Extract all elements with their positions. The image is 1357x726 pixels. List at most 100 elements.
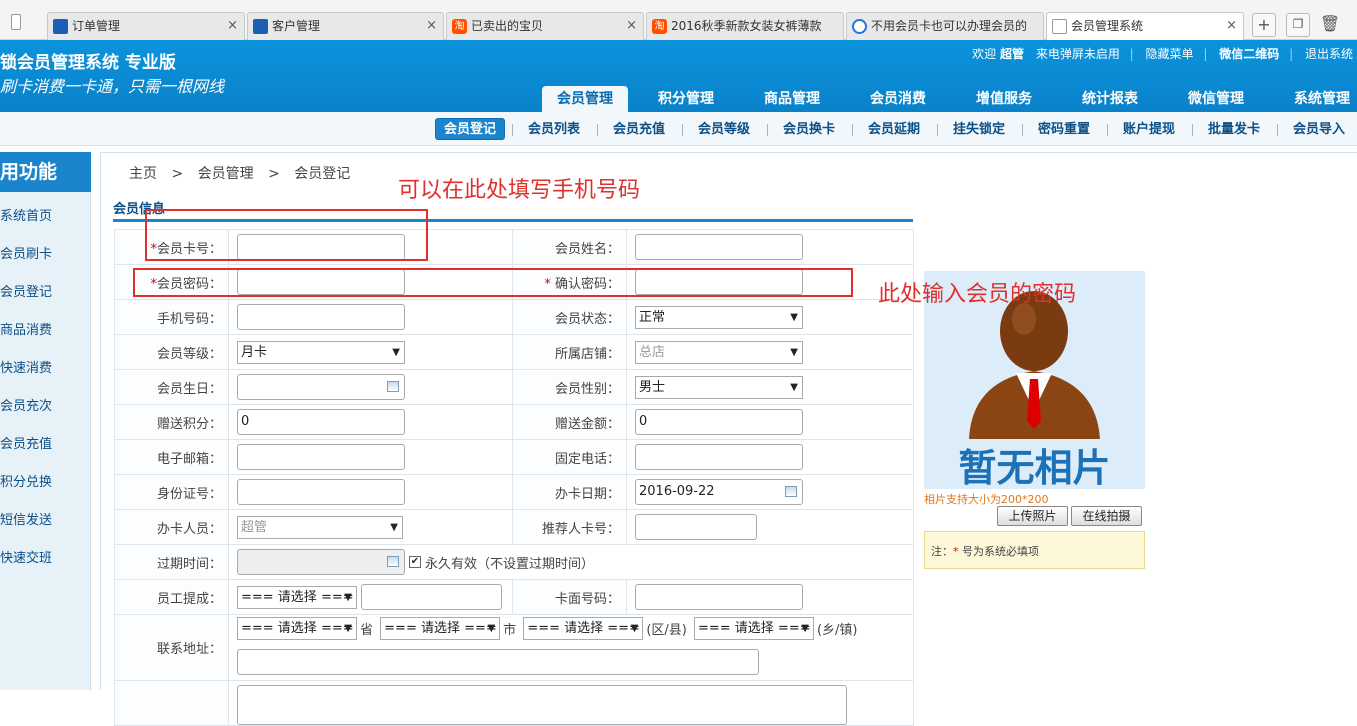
sidebar-item-swipe[interactable]: 会员刷卡 <box>0 243 91 262</box>
subnav-levels[interactable]: 会员等级 <box>698 119 750 141</box>
subnav-extend[interactable]: 会员延期 <box>868 119 920 141</box>
link-hide-menu[interactable]: 隐藏菜单 <box>1146 47 1194 61</box>
link-wechat-qr[interactable]: 微信二维码 <box>1219 47 1279 61</box>
store-select[interactable]: 总店 ▼ <box>635 340 803 364</box>
expire-input[interactable] <box>237 549 405 575</box>
subnav-member-list[interactable]: 会员列表 <box>528 119 580 141</box>
subnav-batch-issue[interactable]: 批量发卡 <box>1208 119 1260 141</box>
browser-tab-article[interactable]: 不用会员卡也可以办理会员的 <box>846 12 1044 40</box>
label-store: 所属店铺： <box>512 334 627 370</box>
phone-input[interactable] <box>237 304 405 330</box>
browser-tab-orders[interactable]: 订单管理 × <box>47 12 245 40</box>
subnav-change-card[interactable]: 会员换卡 <box>783 119 835 141</box>
staff-select[interactable]: 超管 ▼ <box>237 515 403 539</box>
link-incoming-call[interactable]: 来电弹屏未启用 <box>1036 47 1120 61</box>
current-user[interactable]: 超管 <box>1000 47 1024 61</box>
nav-points[interactable]: 积分管理 <box>643 86 729 112</box>
annotation-box-card-no <box>145 209 428 261</box>
browser-tab-bar: 订单管理 × 客户管理 × 淘 已卖出的宝贝 × 淘 2016秋季新款女装女裤薄… <box>0 0 1357 41</box>
commission-input[interactable] <box>361 584 503 610</box>
upload-photo-button[interactable]: 上传照片 <box>997 506 1068 526</box>
status-select[interactable]: 正常 ▼ <box>635 305 803 329</box>
subnav-lock[interactable]: 挂失锁定 <box>953 119 1005 141</box>
browser-tab-member-system[interactable]: 会员管理系统 × <box>1046 12 1244 41</box>
online-capture-button[interactable]: 在线拍摄 <box>1071 506 1142 526</box>
referrer-input[interactable] <box>635 514 757 540</box>
required-note: 注：* 号为系统必填项 <box>924 531 1145 569</box>
landline-input[interactable] <box>635 444 803 470</box>
sidebar-item-recharge-times[interactable]: 会员充次 <box>0 395 91 414</box>
sidebar-item-register[interactable]: 会员登记 <box>0 281 91 300</box>
calendar-icon[interactable] <box>387 556 399 567</box>
calendar-icon[interactable] <box>387 381 399 392</box>
subnav-withdraw[interactable]: 账户提现 <box>1123 119 1175 141</box>
town-select[interactable]: === 请选择 === ▼ <box>693 617 814 640</box>
restore-tabs-icon[interactable]: ❐ <box>1286 13 1310 37</box>
breadcrumb-member-management[interactable]: 会员管理 <box>198 166 254 182</box>
select-value: 总店 <box>639 344 666 360</box>
nav-products[interactable]: 商品管理 <box>749 86 835 112</box>
permanent-checkbox[interactable]: ✔ <box>409 556 421 568</box>
sidebar-item-shift[interactable]: 快速交班 <box>0 547 91 566</box>
sidebar-item-recharge[interactable]: 会员充值 <box>0 433 91 452</box>
browser-icon <box>852 19 867 34</box>
commission-select[interactable]: === 请选择 === ▼ <box>237 585 357 609</box>
note-prefix: 注： <box>931 545 953 558</box>
sidebar-item-points-exchange[interactable]: 积分兑换 <box>0 471 91 490</box>
gift-points-input[interactable]: 0 <box>237 409 405 435</box>
id-no-input[interactable] <box>237 479 405 505</box>
gift-amount-input[interactable]: 0 <box>635 409 803 435</box>
level-select[interactable]: 月卡 ▼ <box>237 340 405 364</box>
browser-tab-product[interactable]: 淘 2016秋季新款女装女裤薄款 <box>646 12 844 40</box>
district-select[interactable]: === 请选择 === ▼ <box>523 617 644 640</box>
select-value: 男士 <box>639 379 666 395</box>
address-detail-input[interactable] <box>237 649 759 675</box>
subnav-member-register[interactable]: 会员登记 <box>435 118 506 140</box>
birthday-input[interactable] <box>237 374 405 400</box>
nav-consumption[interactable]: 会员消费 <box>855 86 941 112</box>
app-header: 锁会员管理系统 专业版 刷卡消费一卡通，只需一根网线 欢迎 超管 来电弹屏未启用… <box>0 40 1357 112</box>
browser-tab-sold-items[interactable]: 淘 已卖出的宝贝 × <box>446 12 644 40</box>
close-icon[interactable]: × <box>227 13 238 39</box>
no-photo-text: 暂无相片 <box>958 446 1111 490</box>
link-logout[interactable]: 退出系统 <box>1305 47 1353 61</box>
close-icon[interactable]: × <box>626 13 637 39</box>
sidebar-item-home[interactable]: 系统首页 <box>0 205 91 224</box>
calendar-icon[interactable] <box>785 486 797 497</box>
nav-value-added[interactable]: 增值服务 <box>961 86 1047 112</box>
city-select[interactable]: === 请选择 === ▼ <box>380 617 501 640</box>
nav-system[interactable]: 系统管理 <box>1279 86 1357 112</box>
subnav-reset-password[interactable]: 密码重置 <box>1038 119 1090 141</box>
open-date-input[interactable]: 2016-09-22 <box>635 479 803 505</box>
breadcrumb-home[interactable]: 主页 <box>129 166 157 182</box>
sidebar-item-sms[interactable]: 短信发送 <box>0 509 91 528</box>
browser-tab-customers[interactable]: 客户管理 × <box>247 12 444 40</box>
nav-wechat[interactable]: 微信管理 <box>1173 86 1259 112</box>
province-select[interactable]: === 请选择 === ▼ <box>237 617 357 640</box>
label-email: 电子邮箱： <box>114 439 229 475</box>
required-mark: * <box>953 545 959 558</box>
dropdown-arrow-icon: ▼ <box>801 623 809 634</box>
welcome-text: 欢迎 <box>972 47 997 61</box>
new-tab-button[interactable]: + <box>1252 13 1276 37</box>
close-icon[interactable]: × <box>1226 13 1237 39</box>
trash-icon[interactable]: 🗑 <box>1318 13 1342 37</box>
remarks-textarea[interactable] <box>237 685 847 725</box>
nav-reports[interactable]: 统计报表 <box>1067 86 1153 112</box>
close-icon[interactable]: × <box>426 13 437 39</box>
subnav-recharge[interactable]: 会员充值 <box>613 119 665 141</box>
breadcrumb: 主页 > 会员管理 > 会员登记 <box>129 163 360 183</box>
label-expire: 过期时间： <box>114 544 229 580</box>
app-icon <box>53 19 68 34</box>
email-input[interactable] <box>237 444 405 470</box>
sidebar-item-goods[interactable]: 商品消费 <box>0 319 91 338</box>
pinned-tab-icon[interactable] <box>11 14 21 30</box>
gender-select[interactable]: 男士 ▼ <box>635 375 803 399</box>
select-value: 月卡 <box>241 344 268 360</box>
nav-member-management[interactable]: 会员管理 <box>542 86 628 112</box>
name-input[interactable] <box>635 234 803 260</box>
subnav-import[interactable]: 会员导入 <box>1293 119 1345 141</box>
card-face-input[interactable] <box>635 584 803 610</box>
sidebar-item-quick-consume[interactable]: 快速消费 <box>0 357 91 376</box>
label-gift-amount: 赠送金额： <box>512 404 627 440</box>
